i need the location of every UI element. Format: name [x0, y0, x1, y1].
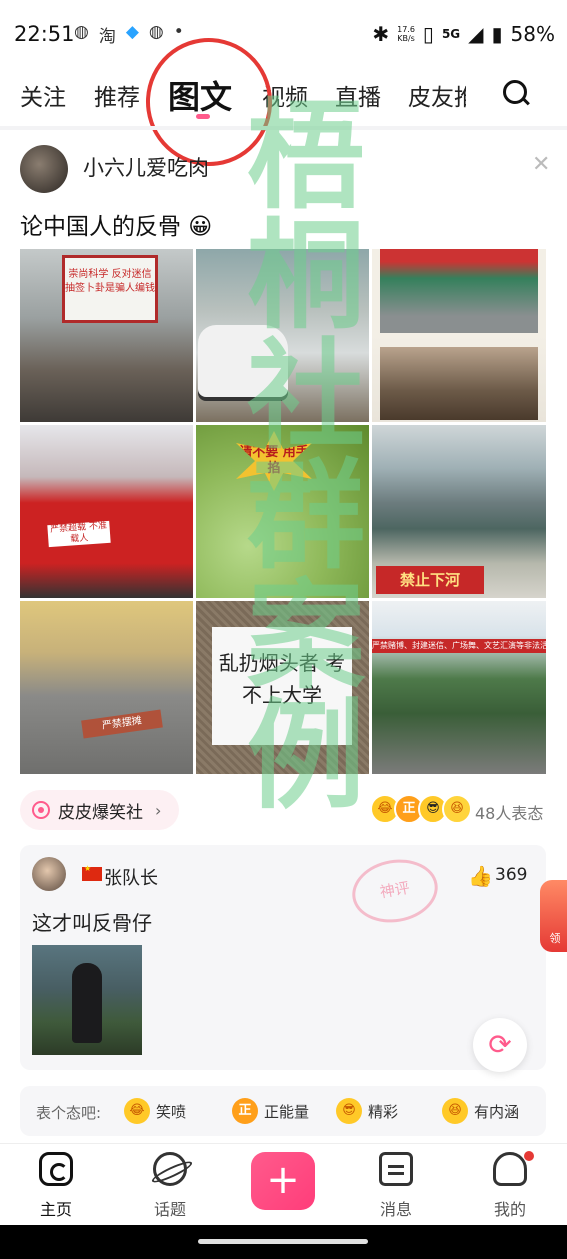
author-avatar[interactable]	[20, 145, 68, 193]
person-figure	[72, 963, 102, 1043]
comment-text: 这才叫反骨仔	[32, 911, 152, 935]
reaction-label: 有内涵	[474, 1102, 520, 1121]
post-image[interactable]: 禁止下河	[372, 425, 546, 598]
status-bar: 22:51 ◍ 淘 ◆ ◍ • ✱ 17.6 KB/s ▯ 5G ◢ ▮ 58%	[0, 0, 567, 70]
qq-icon: ◆	[125, 22, 139, 42]
nav-label: 主页	[39, 1200, 72, 1219]
image-star-text: 请不要 用手掐	[236, 431, 312, 491]
home-indicator[interactable]	[198, 1239, 368, 1244]
notification-icons: ◍ 淘 ◆ ◍ •	[74, 22, 184, 47]
image-label-text: 严禁超载 不准载人	[47, 520, 111, 548]
post-image[interactable]	[196, 249, 369, 422]
nav-label: 我的	[493, 1200, 526, 1219]
side-gift-badge[interactable]: 领	[540, 880, 567, 952]
author-name[interactable]: 小六儿爱吃肉	[83, 152, 209, 182]
header-divider	[0, 126, 567, 130]
image-board-text: 严禁摆摊	[81, 709, 163, 739]
home-icon	[39, 1152, 73, 1186]
post-image[interactable]: 请不要 用手掐	[196, 425, 369, 598]
image-inset-bottom	[380, 347, 538, 420]
nav-home[interactable]: 主页	[16, 1152, 96, 1220]
search-icon[interactable]	[503, 80, 527, 104]
comment-like-count: 369	[495, 865, 528, 885]
close-icon[interactable]: ✕	[532, 152, 550, 177]
taobao-icon: 淘	[98, 27, 116, 47]
image-paper-text: 乱扔烟头者 考不上大学	[212, 627, 352, 745]
grin-emoji-icon: 😆	[442, 794, 472, 824]
nav-messages[interactable]: 消息	[356, 1152, 436, 1220]
signal-icon: ◢	[468, 22, 484, 46]
laugh-emoji-icon: 😂	[124, 1098, 150, 1124]
status-time: 22:51	[14, 22, 75, 46]
commenter-avatar[interactable]	[32, 857, 66, 891]
message-icon	[379, 1152, 413, 1186]
image-sign-text: 崇尚科学 反对迷信 抽签卜卦是骗人编钱	[62, 255, 158, 323]
profile-icon	[493, 1151, 534, 1186]
post-image[interactable]: 严禁赌博、封建迷信、广场舞、文艺汇演等非法活动示范点	[372, 601, 546, 774]
tab-pi-friends[interactable]: 皮友推	[408, 78, 466, 112]
reaction-positive-button[interactable]: 正 正能量	[232, 1098, 309, 1124]
post-image[interactable]: 严禁超载 不准载人	[20, 425, 193, 598]
reaction-deep-button[interactable]: 😆 有内涵	[442, 1098, 519, 1124]
network-type: 5G	[441, 27, 461, 41]
community-tag[interactable]: 皮皮爆笑社 ›	[20, 790, 180, 830]
community-name: 皮皮爆笑社	[58, 802, 143, 823]
comment-image[interactable]	[32, 945, 142, 1055]
tab-recommend[interactable]: 推荐	[94, 78, 140, 112]
network-speed: 17.6 KB/s	[397, 25, 415, 43]
image-banner-text: 严禁赌博、封建迷信、广场舞、文艺汇演等非法活动示范点	[372, 639, 546, 653]
status-right: ✱ 17.6 KB/s ▯ 5G ◢ ▮ 58%	[372, 22, 555, 46]
post-image[interactable]	[372, 249, 546, 422]
post-image[interactable]: 严禁摆摊	[20, 601, 193, 774]
wechat-icon: ◍	[74, 22, 89, 42]
battery-level: 58%	[510, 22, 555, 46]
car-shape	[198, 325, 288, 397]
publish-button[interactable]: +	[251, 1152, 315, 1210]
community-icon	[32, 801, 50, 819]
nav-label: 消息	[379, 1200, 412, 1219]
reaction-label: 笑喷	[156, 1102, 187, 1121]
vibrate-icon: ▯	[422, 22, 434, 46]
cool-emoji-icon: 😎	[336, 1098, 362, 1124]
post-image-grid: 崇尚科学 反对迷信 抽签卜卦是骗人编钱 严禁超载 不准载人 请不要 用手掐 禁止…	[20, 249, 546, 774]
reaction-label: 精彩	[368, 1102, 399, 1121]
post-title[interactable]: 论中国人的反骨 😀	[20, 207, 212, 241]
tab-live[interactable]: 直播	[335, 78, 381, 112]
plus-icon: +	[266, 1157, 300, 1203]
commenter-name[interactable]: 张队长	[104, 864, 158, 890]
thumbs-up-icon[interactable]: 👍	[468, 864, 493, 888]
reaction-wonderful-button[interactable]: 😎 精彩	[336, 1098, 398, 1124]
quick-reaction-bar: 表个态吧: 😂 笑喷 正 正能量 😎 精彩 😆 有内涵	[20, 1086, 546, 1136]
post-image[interactable]: 乱扔烟头者 考不上大学	[196, 601, 369, 774]
notification-dot	[524, 1151, 534, 1161]
grin-emoji-icon: 😆	[442, 1098, 468, 1124]
nav-profile[interactable]: 我的	[470, 1151, 550, 1220]
refresh-icon[interactable]: ⟳	[473, 1018, 527, 1072]
china-flag-icon	[82, 864, 102, 881]
top-tab-bar: 关注 推荐 图文 视频 直播 皮友推	[0, 72, 567, 122]
gesture-bar	[0, 1225, 567, 1259]
reaction-summary[interactable]: 😂 正 😎 😆	[370, 794, 472, 824]
tab-follow[interactable]: 关注	[20, 78, 66, 112]
reaction-label: 正能量	[264, 1102, 310, 1121]
quick-reaction-label: 表个态吧:	[36, 1104, 102, 1122]
nav-label: 话题	[153, 1200, 186, 1219]
reaction-laugh-button[interactable]: 😂 笑喷	[124, 1098, 186, 1124]
chevron-right-icon: ›	[155, 800, 162, 820]
active-tab-indicator	[196, 114, 210, 119]
image-inset-top	[380, 249, 538, 333]
battery-icon: ▮	[491, 22, 503, 46]
wechat-icon: ◍	[148, 22, 164, 42]
hot-comment[interactable]: 张队长 👍 369 这才叫反骨仔	[20, 845, 546, 1070]
image-warning-text: 禁止下河	[376, 566, 484, 594]
reaction-count[interactable]: 48人表态	[475, 800, 543, 824]
positive-energy-icon: 正	[232, 1098, 258, 1124]
post-image[interactable]: 崇尚科学 反对迷信 抽签卜卦是骗人编钱	[20, 249, 193, 422]
planet-icon	[153, 1152, 187, 1186]
nav-topics[interactable]: 话题	[130, 1152, 210, 1220]
bluetooth-icon: ✱	[372, 22, 390, 46]
